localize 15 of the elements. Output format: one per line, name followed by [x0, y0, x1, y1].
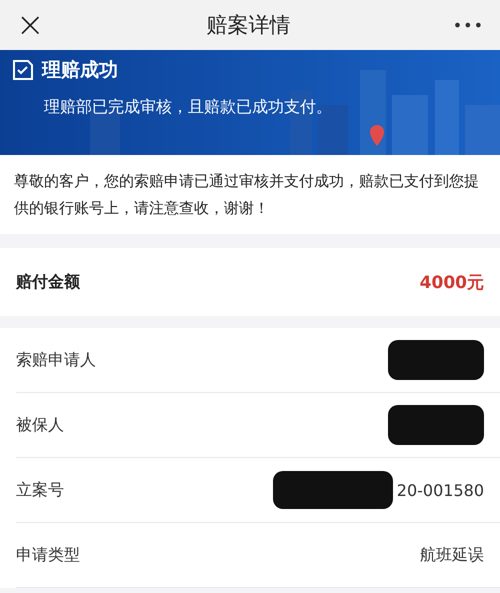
amount-label: 赔付金额: [16, 272, 80, 292]
close-button[interactable]: ×: [16, 8, 44, 42]
amount-value: 4000元: [420, 272, 484, 294]
field-label: 索赔申请人: [16, 350, 96, 370]
status-subtitle: 理赔部已完成审核，且赔款已成功支付。: [44, 97, 333, 118]
more-button[interactable]: •••: [452, 16, 484, 34]
field-label: 立案号: [16, 480, 64, 500]
field-label: 申请类型: [16, 544, 80, 566]
status-title: 理赔成功: [42, 58, 118, 83]
page-title: 赔案详情: [206, 12, 291, 39]
field-value: 航班延误: [420, 544, 484, 566]
field-value: 20-001580: [396, 480, 484, 500]
notice-text: 尊敬的客户，您的索赔申请已通过审核并支付成功，赔款已支付到您提供的银行账号上，请注意查收，谢谢！: [14, 171, 480, 219]
checkbox-icon: [12, 59, 34, 81]
field-label: 被保人: [16, 414, 64, 436]
